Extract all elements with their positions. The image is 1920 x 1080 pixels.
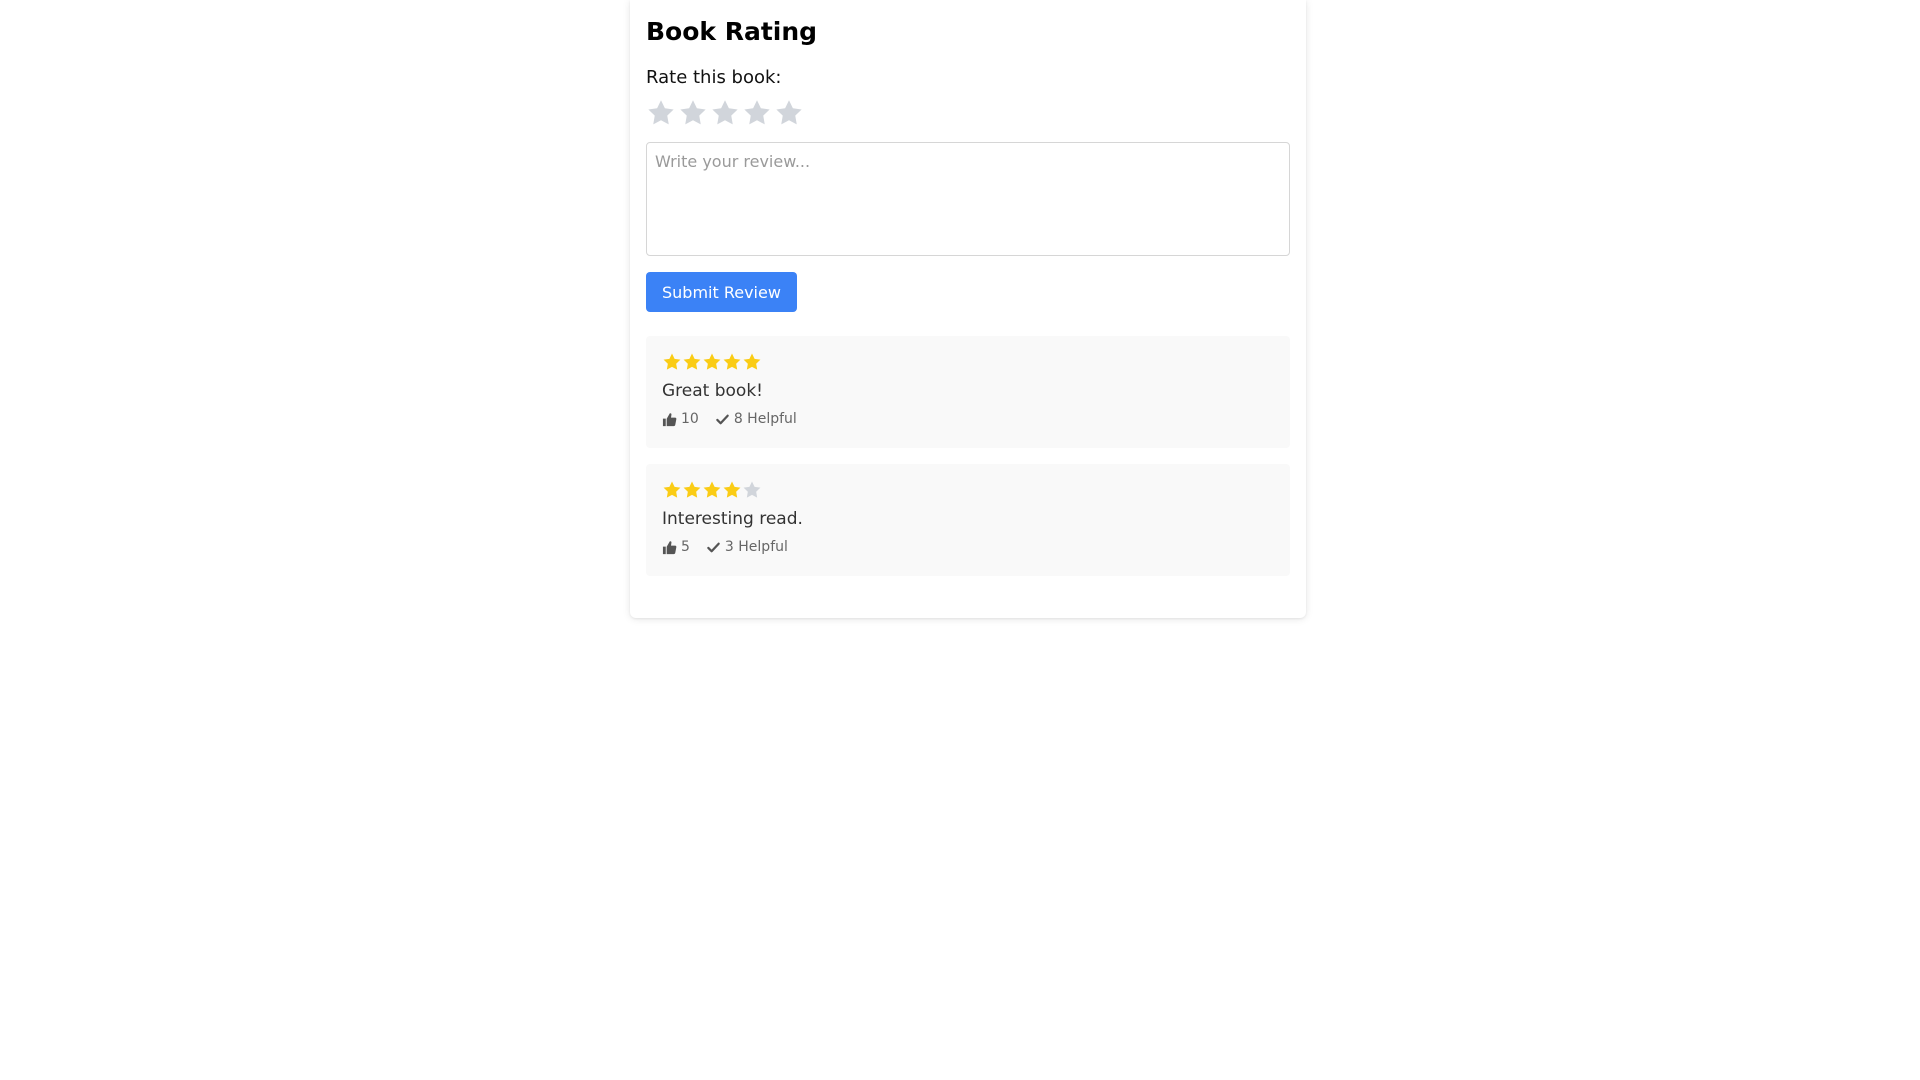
helpful-count: 3 Helpful bbox=[724, 539, 788, 555]
star-icon bbox=[742, 352, 762, 372]
like-button[interactable]: 5 bbox=[662, 539, 690, 555]
helpful-button[interactable]: 8 Helpful bbox=[715, 411, 797, 427]
review-rating bbox=[662, 480, 1274, 500]
submit-review-button[interactable]: Submit Review bbox=[646, 272, 797, 312]
page-title: Book Rating bbox=[646, 17, 818, 46]
star-icon[interactable] bbox=[774, 98, 804, 128]
star-icon bbox=[702, 352, 722, 372]
like-count: 10 bbox=[681, 411, 699, 427]
star-icon[interactable] bbox=[646, 98, 676, 128]
review-text: Great book! bbox=[662, 381, 763, 401]
star-icon[interactable] bbox=[710, 98, 740, 128]
review-textarea[interactable] bbox=[646, 142, 1290, 256]
star-icon bbox=[742, 480, 762, 500]
review-text: Interesting read. bbox=[662, 509, 803, 529]
star-icon bbox=[662, 480, 682, 500]
star-icon bbox=[722, 480, 742, 500]
check-icon bbox=[706, 540, 721, 555]
rate-label: Rate this book: bbox=[646, 67, 782, 88]
helpful-count: 8 Helpful bbox=[733, 411, 797, 427]
review-item: Interesting read. 5 3 Helpful bbox=[646, 464, 1290, 576]
check-icon bbox=[715, 412, 730, 427]
book-rating-card: Book Rating Rate this book: Submit Revie… bbox=[630, 0, 1306, 618]
star-icon bbox=[722, 352, 742, 372]
thumbs-up-icon bbox=[662, 412, 677, 427]
review-list: Great book! 10 8 Helpful Interesting rea… bbox=[646, 336, 1290, 576]
thumbs-up-icon bbox=[662, 540, 677, 555]
review-meta: 5 3 Helpful bbox=[662, 538, 1274, 556]
review-meta: 10 8 Helpful bbox=[662, 410, 1274, 428]
like-button[interactable]: 10 bbox=[662, 411, 699, 427]
review-item: Great book! 10 8 Helpful bbox=[646, 336, 1290, 448]
helpful-button[interactable]: 3 Helpful bbox=[706, 539, 788, 555]
review-rating bbox=[662, 352, 1274, 372]
star-icon[interactable] bbox=[678, 98, 708, 128]
rating-star-input bbox=[646, 98, 1290, 130]
star-icon bbox=[682, 352, 702, 372]
star-icon bbox=[702, 480, 722, 500]
star-icon[interactable] bbox=[742, 98, 772, 128]
star-icon bbox=[662, 352, 682, 372]
like-count: 5 bbox=[681, 539, 690, 555]
star-icon bbox=[682, 480, 702, 500]
